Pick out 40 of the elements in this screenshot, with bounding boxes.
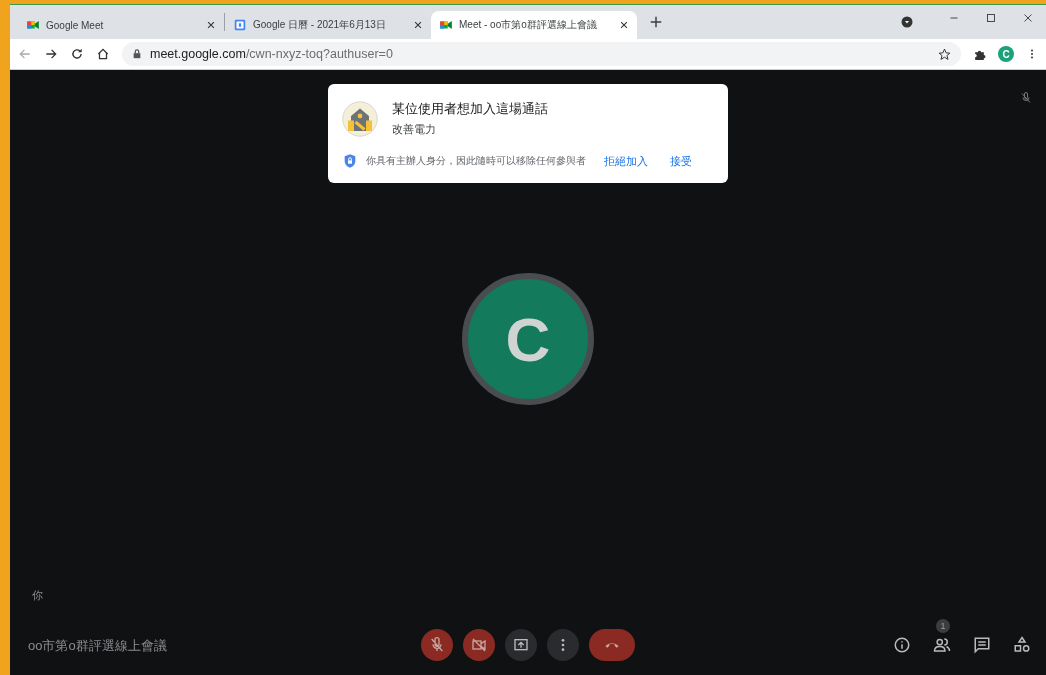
chat-icon xyxy=(973,636,991,654)
forward-arrow-icon[interactable] xyxy=(44,47,58,61)
home-icon[interactable] xyxy=(96,47,110,61)
meet-camera-icon xyxy=(26,18,40,32)
plus-icon[interactable] xyxy=(649,15,663,29)
shapes-icon xyxy=(1013,636,1031,654)
calendar-icon xyxy=(233,18,247,32)
browser-tab[interactable]: Meet - oo市第o群評選線上會議 xyxy=(431,11,637,39)
star-icon[interactable] xyxy=(938,47,951,61)
requester-name: 改善電力 xyxy=(392,122,437,137)
camera-off-icon xyxy=(471,637,487,653)
action-button[interactable]: 拒絕加入 xyxy=(600,153,652,169)
address-bar[interactable]: meet.google.com/cwn-nxyz-toq?authuser=0 xyxy=(122,42,961,66)
browser-tab[interactable]: Google Meet xyxy=(18,11,224,39)
self-label: 你 xyxy=(32,588,43,603)
shield-icon xyxy=(342,153,358,169)
close-icon[interactable] xyxy=(206,20,216,30)
participant-avatar: C xyxy=(462,273,594,405)
browser-tab[interactable]: Google 日曆 - 2021年6月13日 xyxy=(225,11,431,39)
hang-up-button[interactable] xyxy=(589,629,635,661)
reload-icon[interactable] xyxy=(70,47,84,61)
url-text: meet.google.com/cwn-nxyz-toq?authuser=0 xyxy=(150,47,393,61)
present-icon xyxy=(513,637,529,653)
download-icon[interactable] xyxy=(901,16,913,28)
mic-off-icon xyxy=(429,637,445,653)
people-icon xyxy=(933,636,951,654)
host-notice: 你具有主辦人身分，因此隨時可以移除任何參與者 xyxy=(366,154,586,168)
close-icon[interactable] xyxy=(619,20,629,30)
action-button[interactable]: 接受 xyxy=(666,153,696,169)
lock-icon xyxy=(132,49,142,59)
request-title: 某位使用者想加入這場通話 xyxy=(392,100,548,118)
count-badge: 1 xyxy=(936,619,950,633)
close-icon[interactable] xyxy=(413,20,423,30)
meet-camera-icon xyxy=(439,18,453,32)
camera-button[interactable] xyxy=(463,629,495,661)
mic-button[interactable] xyxy=(421,629,453,661)
present-button[interactable] xyxy=(505,629,537,661)
meeting-title: oo市第o群評選線上會議 xyxy=(28,637,167,655)
school-avatar-icon xyxy=(342,100,378,137)
info-icon xyxy=(893,636,911,654)
